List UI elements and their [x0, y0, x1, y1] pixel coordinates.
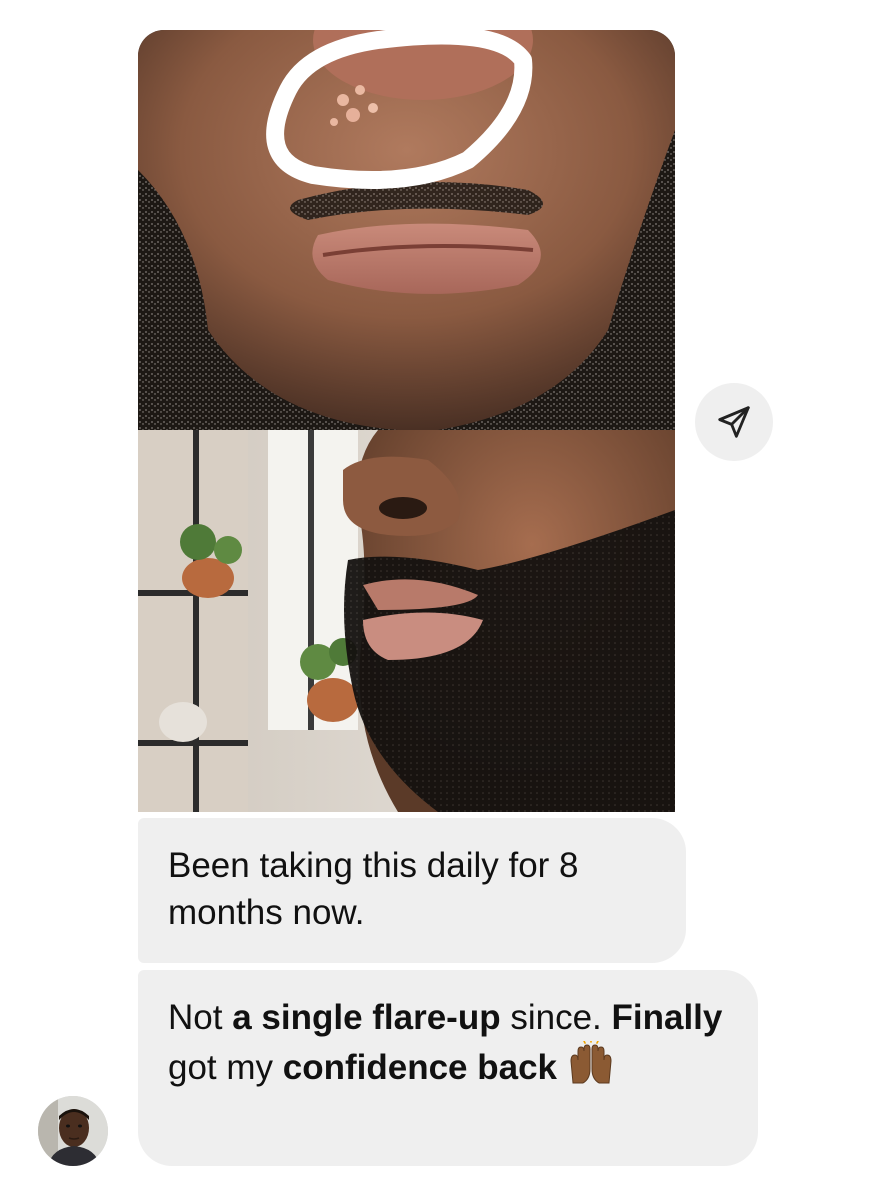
user-avatar-icon — [38, 1096, 108, 1166]
text-segment: since. — [500, 998, 612, 1037]
bold-text-segment: confidence back — [282, 1048, 558, 1087]
message-bubble[interactable]: Been taking this daily for 8 months now. — [138, 818, 686, 963]
send-icon — [718, 406, 750, 438]
raising-hands-emoji — [570, 1041, 612, 1084]
bold-text-segment: Finally — [611, 998, 723, 1037]
message-text: Been taking this daily for 8 months now. — [168, 846, 589, 932]
after-photo-image — [138, 430, 675, 812]
photo-message[interactable] — [138, 30, 675, 812]
text-segment: Not — [168, 998, 233, 1037]
share-button[interactable] — [695, 383, 773, 461]
after-photo[interactable] — [138, 430, 675, 812]
before-photo-image — [138, 30, 675, 430]
message-text: Not a single flare-up since. Finally got… — [168, 994, 728, 1091]
chat-thread: Been taking this daily for 8 months now.… — [0, 0, 896, 1200]
bold-text-segment: a single flare-up — [232, 998, 501, 1037]
message-bubble[interactable]: Not a single flare-up since. Finally got… — [138, 970, 758, 1166]
before-photo[interactable] — [138, 30, 675, 430]
avatar[interactable] — [38, 1096, 108, 1166]
